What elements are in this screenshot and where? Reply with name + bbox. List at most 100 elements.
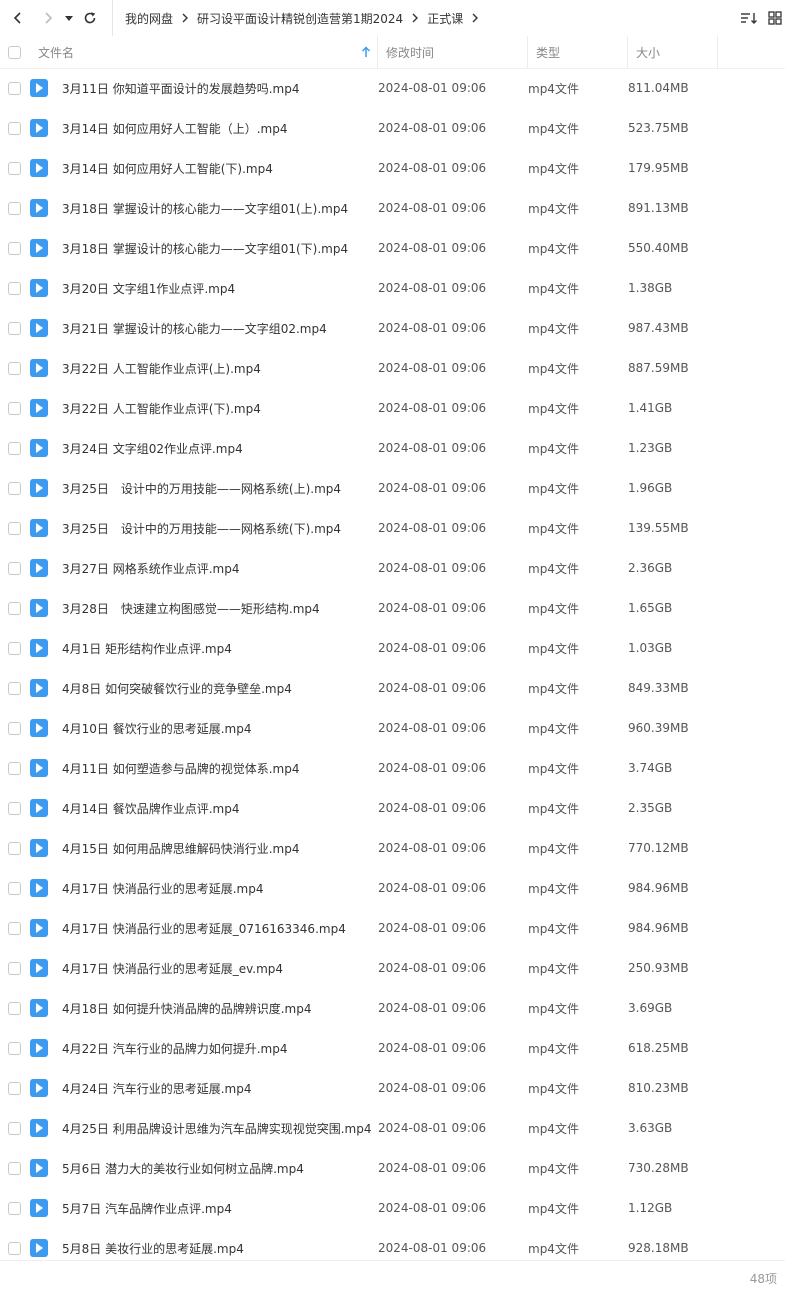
row-checkbox[interactable] bbox=[8, 641, 21, 655]
row-checkbox[interactable] bbox=[8, 481, 21, 495]
history-dropdown-button[interactable] bbox=[62, 4, 76, 32]
row-checkbox[interactable] bbox=[8, 1121, 21, 1135]
file-row[interactable]: 4月22日 汽车行业的品牌力如何提升.mp4 2024-08-01 09:06 mp… bbox=[0, 1028, 785, 1068]
file-name[interactable]: 5月7日 汽车品牌作业点评.mp4 bbox=[62, 1200, 378, 1217]
file-row[interactable]: 4月17日 快消品行业的思考延展.mp4 2024-08-01 09:06 mp4文… bbox=[0, 868, 785, 908]
file-row[interactable]: 4月18日 如何提升快消品牌的品牌辨识度.mp4 2024-08-01 09:06… bbox=[0, 988, 785, 1028]
breadcrumb-item-course[interactable]: 研习设平面设计精锐创造营第1期2024 bbox=[197, 10, 403, 27]
file-name[interactable]: 4月25日 利用品牌设计思维为汽车品牌实现视觉突围.mp4 bbox=[62, 1120, 378, 1137]
file-name[interactable]: 5月8日 美妆行业的思考延展.mp4 bbox=[62, 1240, 378, 1257]
file-row[interactable]: 4月14日 餐饮品牌作业点评.mp4 2024-08-01 09:06 mp4文件 2… bbox=[0, 788, 785, 828]
file-name[interactable]: 4月11日 如何塑造参与品牌的视觉体系.mp4 bbox=[62, 760, 378, 777]
row-checkbox[interactable] bbox=[8, 121, 21, 135]
file-name[interactable]: 4月18日 如何提升快消品牌的品牌辨识度.mp4 bbox=[62, 1000, 378, 1017]
row-checkbox[interactable] bbox=[8, 561, 21, 575]
row-checkbox[interactable] bbox=[8, 521, 21, 535]
file-row[interactable]: 3月14日 如何应用好人工智能(下).mp4 2024-08-01 09:06 mp… bbox=[0, 148, 785, 188]
file-row[interactable]: 3月21日 掌握设计的核心能力——文字组02.mp4 2024-08-01 09:… bbox=[0, 308, 785, 348]
row-checkbox[interactable] bbox=[8, 881, 21, 895]
file-row[interactable]: 3月22日 人工智能作业点评(上).mp4 2024-08-01 09:06 mp4… bbox=[0, 348, 785, 388]
file-name[interactable]: 3月11日 你知道平面设计的发展趋势吗.mp4 bbox=[62, 80, 378, 97]
row-checkbox[interactable] bbox=[8, 1241, 21, 1255]
file-row[interactable]: 4月25日 利用品牌设计思维为汽车品牌实现视觉突围.mp4 2024-08-01 … bbox=[0, 1108, 785, 1148]
row-checkbox[interactable] bbox=[8, 1201, 21, 1215]
file-row[interactable]: 3月27日 网格系统作业点评.mp4 2024-08-01 09:06 mp4文件 2… bbox=[0, 548, 785, 588]
refresh-button[interactable] bbox=[76, 4, 104, 32]
file-name[interactable]: 4月17日 快消品行业的思考延展.mp4 bbox=[62, 880, 378, 897]
row-checkbox[interactable] bbox=[8, 361, 21, 375]
file-row[interactable]: 3月20日 文字组1作业点评.mp4 2024-08-01 09:06 mp4文件 1… bbox=[0, 268, 785, 308]
file-name[interactable]: 3月27日 网格系统作业点评.mp4 bbox=[62, 560, 378, 577]
file-name[interactable]: 5月6日 潜力大的美妆行业如何树立品牌.mp4 bbox=[62, 1160, 378, 1177]
select-all-checkbox[interactable] bbox=[8, 45, 21, 59]
forward-button[interactable] bbox=[34, 4, 62, 32]
file-row[interactable]: 5月7日 汽车品牌作业点评.mp4 2024-08-01 09:06 mp4文件 1.… bbox=[0, 1188, 785, 1228]
row-checkbox[interactable] bbox=[8, 321, 21, 335]
file-name[interactable]: 3月14日 如何应用好人工智能(下).mp4 bbox=[62, 160, 378, 177]
file-name[interactable]: 4月10日 餐饮行业的思考延展.mp4 bbox=[62, 720, 378, 737]
row-checkbox[interactable] bbox=[8, 201, 21, 215]
file-name[interactable]: 3月21日 掌握设计的核心能力——文字组02.mp4 bbox=[62, 320, 378, 337]
file-row[interactable]: 5月6日 潜力大的美妆行业如何树立品牌.mp4 2024-08-01 09:06 m… bbox=[0, 1148, 785, 1188]
file-name[interactable]: 3月28日 快速建立构图感觉——矩形结构.mp4 bbox=[62, 600, 378, 617]
row-checkbox[interactable] bbox=[8, 681, 21, 695]
column-type[interactable]: 类型 bbox=[528, 36, 628, 68]
view-mode-button[interactable] bbox=[765, 4, 785, 32]
file-name[interactable]: 3月24日 文字组02作业点评.mp4 bbox=[62, 440, 378, 457]
file-row[interactable]: 4月10日 餐饮行业的思考延展.mp4 2024-08-01 09:06 mp4文件… bbox=[0, 708, 785, 748]
row-checkbox[interactable] bbox=[8, 761, 21, 775]
file-row[interactable]: 4月17日 快消品行业的思考延展_ev.mp4 2024-08-01 09:06 m… bbox=[0, 948, 785, 988]
file-row[interactable]: 4月11日 如何塑造参与品牌的视觉体系.mp4 2024-08-01 09:06 m… bbox=[0, 748, 785, 788]
file-name[interactable]: 4月17日 快消品行业的思考延展_0716163346.mp4 bbox=[62, 920, 378, 937]
file-row[interactable]: 4月24日 汽车行业的思考延展.mp4 2024-08-01 09:06 mp4文件… bbox=[0, 1068, 785, 1108]
column-modified[interactable]: 修改时间 bbox=[378, 36, 528, 68]
file-name[interactable]: 4月17日 快消品行业的思考延展_ev.mp4 bbox=[62, 960, 378, 977]
row-checkbox[interactable] bbox=[8, 241, 21, 255]
file-row[interactable]: 3月14日 如何应用好人工智能（上）.mp4 2024-08-01 09:06 mp… bbox=[0, 108, 785, 148]
sort-button[interactable] bbox=[735, 4, 763, 32]
file-row[interactable]: 3月18日 掌握设计的核心能力——文字组01(下).mp4 2024-08-01 … bbox=[0, 228, 785, 268]
breadcrumb-item-current[interactable]: 正式课 bbox=[427, 10, 463, 27]
file-name[interactable]: 3月25日 设计中的万用技能——网格系统(下).mp4 bbox=[62, 520, 378, 537]
file-name[interactable]: 3月20日 文字组1作业点评.mp4 bbox=[62, 280, 378, 297]
row-checkbox[interactable] bbox=[8, 1001, 21, 1015]
row-checkbox[interactable] bbox=[8, 441, 21, 455]
file-row[interactable]: 3月22日 人工智能作业点评(下).mp4 2024-08-01 09:06 mp4… bbox=[0, 388, 785, 428]
file-name[interactable]: 4月15日 如何用品牌思维解码快消行业.mp4 bbox=[62, 840, 378, 857]
file-name[interactable]: 4月1日 矩形结构作业点评.mp4 bbox=[62, 640, 378, 657]
file-name[interactable]: 3月18日 掌握设计的核心能力——文字组01(下).mp4 bbox=[62, 240, 378, 257]
row-checkbox[interactable] bbox=[8, 921, 21, 935]
file-row[interactable]: 4月17日 快消品行业的思考延展_0716163346.mp4 2024-08-0… bbox=[0, 908, 785, 948]
file-row[interactable]: 3月28日 快速建立构图感觉——矩形结构.mp4 2024-08-01 09:06… bbox=[0, 588, 785, 628]
row-checkbox[interactable] bbox=[8, 401, 21, 415]
file-row[interactable]: 4月8日 如何突破餐饮行业的竞争壁垒.mp4 2024-08-01 09:06 mp… bbox=[0, 668, 785, 708]
file-name[interactable]: 4月8日 如何突破餐饮行业的竞争壁垒.mp4 bbox=[62, 680, 378, 697]
back-button[interactable] bbox=[4, 4, 32, 32]
row-checkbox[interactable] bbox=[8, 1081, 21, 1095]
breadcrumb-item-root[interactable]: 我的网盘 bbox=[125, 10, 173, 27]
row-checkbox[interactable] bbox=[8, 281, 21, 295]
row-checkbox[interactable] bbox=[8, 721, 21, 735]
column-name[interactable]: 文件名 bbox=[30, 36, 378, 68]
row-checkbox[interactable] bbox=[8, 81, 21, 95]
file-row[interactable]: 3月11日 你知道平面设计的发展趋势吗.mp4 2024-08-01 09:06 m… bbox=[0, 68, 785, 108]
row-checkbox[interactable] bbox=[8, 961, 21, 975]
file-row[interactable]: 3月25日 设计中的万用技能——网格系统(上).mp4 2024-08-01 09… bbox=[0, 468, 785, 508]
file-row[interactable]: 4月1日 矩形结构作业点评.mp4 2024-08-01 09:06 mp4文件 1.… bbox=[0, 628, 785, 668]
file-row[interactable]: 3月24日 文字组02作业点评.mp4 2024-08-01 09:06 mp4文件… bbox=[0, 428, 785, 468]
file-name[interactable]: 4月24日 汽车行业的思考延展.mp4 bbox=[62, 1080, 378, 1097]
file-name[interactable]: 4月14日 餐饮品牌作业点评.mp4 bbox=[62, 800, 378, 817]
file-row[interactable]: 3月25日 设计中的万用技能——网格系统(下).mp4 2024-08-01 09… bbox=[0, 508, 785, 548]
file-name[interactable]: 3月22日 人工智能作业点评(下).mp4 bbox=[62, 400, 378, 417]
file-row[interactable]: 4月15日 如何用品牌思维解码快消行业.mp4 2024-08-01 09:06 m… bbox=[0, 828, 785, 868]
file-name[interactable]: 4月22日 汽车行业的品牌力如何提升.mp4 bbox=[62, 1040, 378, 1057]
row-checkbox[interactable] bbox=[8, 1041, 21, 1055]
row-checkbox[interactable] bbox=[8, 801, 21, 815]
row-checkbox[interactable] bbox=[8, 1161, 21, 1175]
row-checkbox[interactable] bbox=[8, 161, 21, 175]
file-name[interactable]: 3月14日 如何应用好人工智能（上）.mp4 bbox=[62, 120, 378, 137]
file-row[interactable]: 3月18日 掌握设计的核心能力——文字组01(上).mp4 2024-08-01 … bbox=[0, 188, 785, 228]
row-checkbox[interactable] bbox=[8, 601, 21, 615]
row-checkbox[interactable] bbox=[8, 841, 21, 855]
file-name[interactable]: 3月25日 设计中的万用技能——网格系统(上).mp4 bbox=[62, 480, 378, 497]
